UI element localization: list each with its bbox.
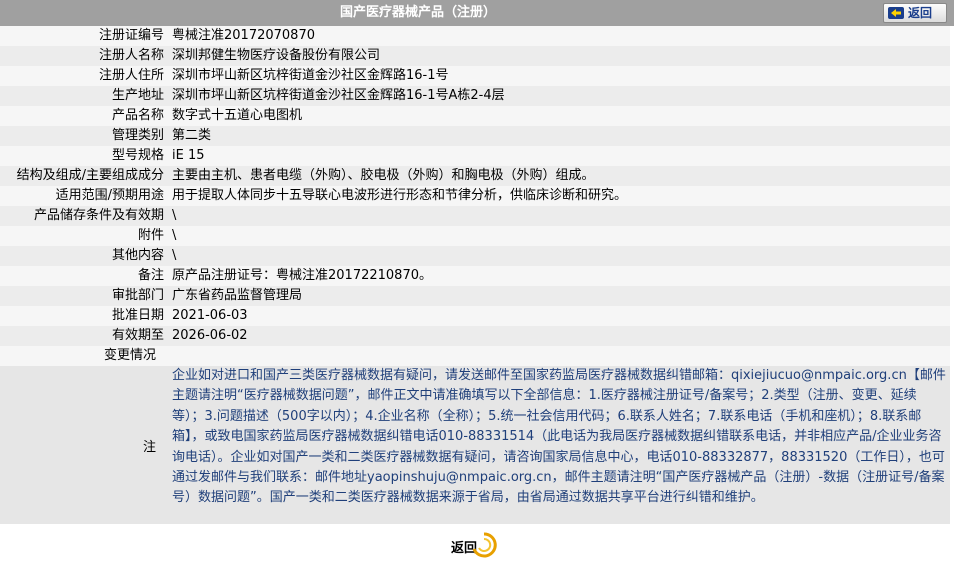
row-label: 有效期至 xyxy=(0,326,172,346)
row-value: 粤械注准20172070870 xyxy=(172,26,950,46)
table-row: 备注 原产品注册证号：粤械注准20172210870。 xyxy=(0,266,950,286)
change-label: 变更情况 xyxy=(0,346,164,366)
row-value: \ xyxy=(172,226,950,246)
row-value: 2021-06-03 xyxy=(172,306,950,326)
table-row: 其他内容 \ xyxy=(0,246,950,266)
row-label: 备注 xyxy=(0,266,172,286)
detail-table: 注册证编号 粤械注准20172070870 注册人名称 深圳邦健生物医疗设备股份有限公… xyxy=(0,26,950,346)
page-header: 国产医疗器械产品（注册） 返回 xyxy=(0,0,954,26)
table-row: 结构及组成/主要组成成分 主要由主机、患者电缆（外购）、胶电极（外购）和胸电极（外… xyxy=(0,166,950,186)
table-row: 产品储存条件及有效期 \ xyxy=(0,206,950,226)
row-value: iE 15 xyxy=(172,146,950,166)
row-value: 深圳邦健生物医疗设备股份有限公司 xyxy=(172,46,950,66)
row-value: 第二类 xyxy=(172,126,950,146)
row-label: 注册人住所 xyxy=(0,66,172,86)
note-label-cell: 注 xyxy=(0,366,164,524)
row-value: \ xyxy=(172,206,950,226)
note-label: 注 xyxy=(142,440,156,455)
back-button-top-label: 返回 xyxy=(908,6,933,20)
table-row: 注册人名称 深圳邦健生物医疗设备股份有限公司 xyxy=(0,46,950,66)
page-title: 国产医疗器械产品（注册） xyxy=(339,5,496,20)
table-row: 附件 \ xyxy=(0,226,950,246)
table-row: 管理类别 第二类 xyxy=(0,126,950,146)
note-text: 企业如对进口和国产三类医疗器械数据有疑问，请发送邮件至国家药监局医疗器械数据纠错… xyxy=(172,368,946,506)
row-label: 适用范围/预期用途 xyxy=(0,186,172,206)
back-arrow-icon xyxy=(888,7,904,19)
row-value: 数字式十五道心电图机 xyxy=(172,106,950,126)
back-ring-icon xyxy=(472,532,497,558)
row-label: 审批部门 xyxy=(0,286,172,306)
row-label: 管理类别 xyxy=(0,126,172,146)
row-value: 用于提取人体同步十五导联心电波形进行形态和节律分析，供临床诊断和研究。 xyxy=(172,186,950,206)
table-row: 适用范围/预期用途 用于提取人体同步十五导联心电波形进行形态和节律分析，供临床诊断… xyxy=(0,186,950,206)
row-label: 结构及组成/主要组成成分 xyxy=(0,166,172,186)
note-section: 注 企业如对进口和国产三类医疗器械数据有疑问，请发送邮件至国家药监局医疗器械数据… xyxy=(0,366,950,524)
row-value: 2026-06-02 xyxy=(172,326,950,346)
table-row: 审批部门 广东省药品监督管理局 xyxy=(0,286,950,306)
row-label: 注册人名称 xyxy=(0,46,172,66)
table-row: 有效期至 2026-06-02 xyxy=(0,326,950,346)
row-label: 产品名称 xyxy=(0,106,172,126)
row-label: 其他内容 xyxy=(0,246,172,266)
row-label: 产品储存条件及有效期 xyxy=(0,206,172,226)
row-label: 批准日期 xyxy=(0,306,172,326)
table-row: 注册证编号 粤械注准20172070870 xyxy=(0,26,950,46)
table-row: 产品名称 数字式十五道心电图机 xyxy=(0,106,950,126)
table-row: 型号规格 iE 15 xyxy=(0,146,950,166)
table-row: 生产地址 深圳市坪山新区坑梓街道金沙社区金辉路16-1号A栋2-4层 xyxy=(0,86,950,106)
change-value xyxy=(164,346,950,366)
table-row: 注册人住所 深圳市坪山新区坑梓街道金沙社区金辉路16-1号 xyxy=(0,66,950,86)
row-label: 生产地址 xyxy=(0,86,172,106)
back-button-top[interactable]: 返回 xyxy=(883,3,947,23)
table-row: 批准日期 2021-06-03 xyxy=(0,306,950,326)
row-label: 附件 xyxy=(0,226,172,246)
row-value: 广东省药品监督管理局 xyxy=(172,286,950,306)
row-label: 注册证编号 xyxy=(0,26,172,46)
row-value: 深圳市坪山新区坑梓街道金沙社区金辉路16-1号A栋2-4层 xyxy=(172,86,950,106)
row-value: 深圳市坪山新区坑梓街道金沙社区金辉路16-1号 xyxy=(172,66,950,86)
back-button-bottom[interactable]: 返回 xyxy=(449,532,499,558)
row-value: \ xyxy=(172,246,950,266)
row-value: 原产品注册证号：粤械注准20172210870。 xyxy=(172,266,950,286)
row-label: 型号规格 xyxy=(0,146,172,166)
row-value: 主要由主机、患者电缆（外购）、胶电极（外购）和胸电极（外购）组成。 xyxy=(172,166,950,186)
